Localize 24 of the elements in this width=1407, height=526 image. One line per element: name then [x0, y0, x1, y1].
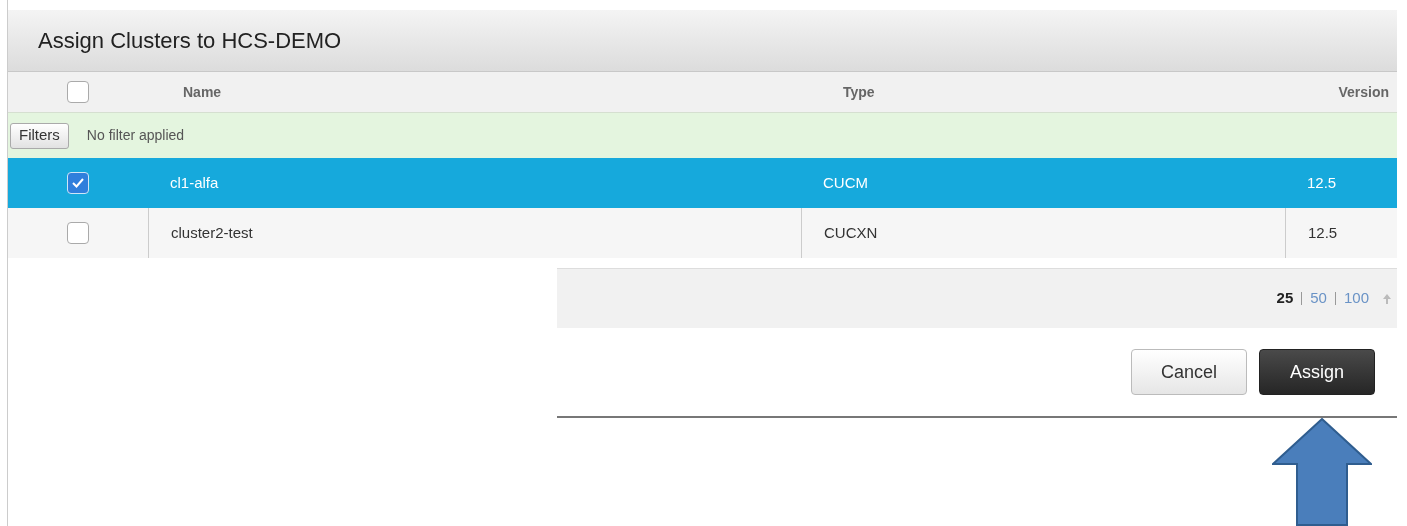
- checkbox[interactable]: [67, 222, 89, 244]
- filters-button[interactable]: Filters: [10, 122, 69, 149]
- checkbox[interactable]: [67, 81, 89, 103]
- page-size-option[interactable]: 25: [1276, 287, 1294, 310]
- dialog-title: Assign Clusters to HCS-DEMO: [38, 27, 342, 55]
- column-header[interactable]: Type: [843, 83, 875, 100]
- filter-status: No filter applied: [86, 126, 185, 145]
- page-size-option[interactable]: 100: [1343, 287, 1369, 310]
- table-row[interactable]: cluster2-test CUCXN 12.5: [8, 208, 1397, 258]
- table-cell-text: cl1-alfa: [170, 172, 219, 193]
- table-cell-text: cluster2-test: [171, 222, 253, 243]
- table-cell-text: CUCXN: [824, 222, 878, 243]
- table-cell-text: CUCM: [823, 172, 868, 193]
- table-row[interactable]: cl1-alfa CUCM 12.5: [8, 158, 1397, 208]
- table-cell-text: 12.5: [1308, 222, 1338, 243]
- page-size-option[interactable]: 50: [1310, 287, 1327, 310]
- column-header[interactable]: Version: [1338, 81, 1389, 103]
- up-arrow-icon: [1272, 418, 1372, 526]
- assign-button[interactable]: Assign: [1259, 349, 1375, 395]
- up-arrow-icon[interactable]: [1383, 293, 1391, 304]
- cancel-button[interactable]: Cancel: [1131, 349, 1247, 395]
- column-header[interactable]: Name: [183, 83, 222, 100]
- check-icon: [71, 177, 85, 189]
- table-cell-text: 12.5: [1307, 172, 1337, 193]
